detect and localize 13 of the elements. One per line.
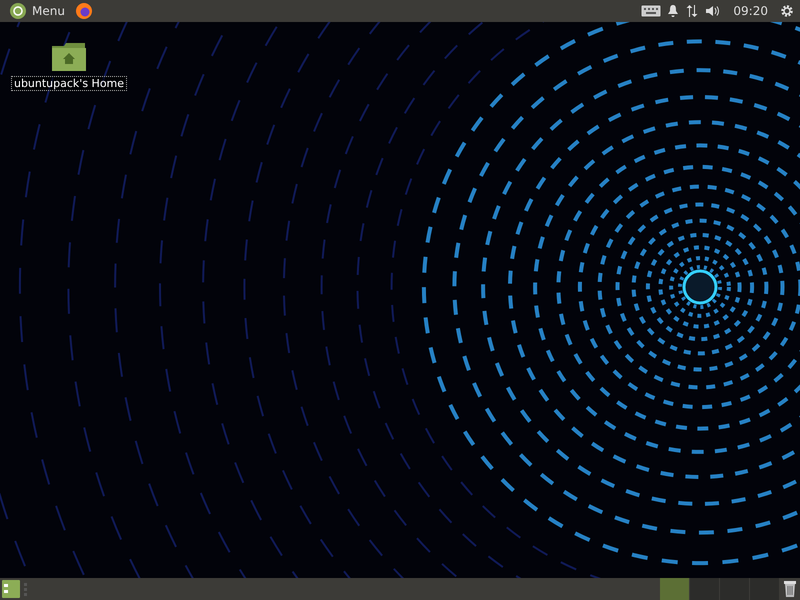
keyboard-icon[interactable]	[641, 5, 662, 17]
browser-icon[interactable]	[74, 2, 93, 20]
home-folder-icon[interactable]	[51, 42, 87, 72]
network-arrows-icon[interactable]	[685, 4, 700, 18]
clock[interactable]: 09:20	[733, 4, 768, 18]
bell-icon[interactable]	[667, 4, 680, 18]
show-desktop-icon[interactable]	[2, 580, 20, 598]
trash-icon[interactable]	[783, 580, 797, 598]
menu-button[interactable]: Menu	[6, 3, 69, 19]
logo-icon	[10, 3, 26, 19]
icon-label[interactable]: ubuntupack's Home	[10, 76, 128, 91]
gear-icon[interactable]	[780, 4, 794, 18]
speaker-icon[interactable]	[705, 5, 722, 17]
